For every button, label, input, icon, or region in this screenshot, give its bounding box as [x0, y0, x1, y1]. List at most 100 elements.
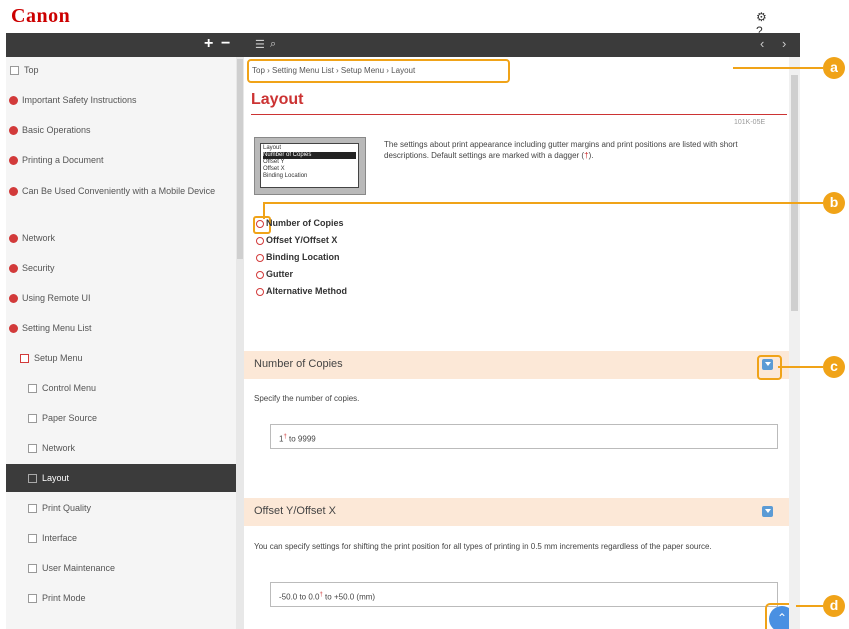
- link-alternative-method[interactable]: Alternative Method: [256, 287, 347, 304]
- collapse-toggle-icon[interactable]: [762, 506, 773, 517]
- sidebar-item-network[interactable]: Network: [9, 233, 241, 244]
- link-bullet-icon: [256, 253, 264, 262]
- section-text: Specify the number of copies.: [254, 394, 360, 403]
- top-bar: Canon ⚙ ?: [0, 0, 800, 38]
- callout-line: [263, 202, 265, 219]
- page-icon: [28, 594, 37, 604]
- sidebar-item-label: Basic Operations: [22, 125, 91, 135]
- page-icon: [28, 414, 37, 424]
- sidebar-item-label: Top: [24, 65, 39, 75]
- sidebar-item-control-menu[interactable]: Control Menu: [28, 383, 244, 394]
- sidebar-item-paper-source[interactable]: Paper Source: [28, 413, 244, 424]
- title-divider: [251, 114, 787, 115]
- lcd-line: Offset Y: [263, 159, 285, 165]
- arrow-up-icon[interactable]: ⌃: [769, 606, 789, 629]
- sidebar-item-label: Network: [42, 443, 76, 453]
- sidebar-item-user-maintenance[interactable]: User Maintenance: [28, 563, 244, 574]
- lcd-line-selected: Number of Copies: [263, 152, 356, 159]
- chapter-icon: [9, 264, 18, 274]
- sidebar-item-label: Control Menu: [42, 383, 97, 393]
- breadcrumb[interactable]: Top › Setting Menu List › Setup Menu › L…: [252, 66, 415, 75]
- link-bullet-icon: [256, 236, 264, 245]
- section-icon: [20, 354, 29, 364]
- sidebar-item-label: Can Be Used Conveniently with a Mobile D…: [22, 186, 216, 196]
- scrollbar-thumb[interactable]: [791, 75, 798, 311]
- lcd-line: Offset X: [263, 166, 285, 172]
- callout-a: a: [823, 57, 845, 79]
- sidebar-item-label: Important Safety Instructions: [22, 95, 137, 105]
- setting-value-box: 1† to 9999: [270, 424, 778, 449]
- page-icon: [28, 564, 37, 574]
- document-id: 101K-05E: [734, 119, 766, 126]
- panel-screenshot: Layout Number of Copies Offset Y Offset …: [254, 137, 366, 195]
- callout-d: d: [823, 595, 845, 617]
- lcd-line: Layout: [263, 145, 282, 151]
- callout-line: [796, 605, 823, 607]
- sidebar-item-interface[interactable]: Interface: [28, 533, 244, 544]
- sidebar-item-safety[interactable]: Important Safety Instructions: [9, 95, 241, 106]
- sidebar-header: + −: [6, 33, 244, 57]
- page-icon: [28, 474, 37, 484]
- link-number-of-copies[interactable]: Number of Copies: [256, 219, 347, 236]
- sidebar-item-label: Setup Menu: [34, 353, 83, 363]
- chapter-icon: [9, 156, 18, 166]
- page-icon: [28, 534, 37, 544]
- callout-line: [263, 202, 823, 204]
- content-toolbar: ☰ ⌕ ‹ ›: [244, 33, 800, 57]
- sidebar-item-setting-menu-list[interactable]: Setting Menu List: [9, 323, 241, 334]
- callout-b: b: [823, 192, 845, 214]
- sidebar-item-label: User Maintenance: [42, 563, 116, 573]
- section-text: You can specify settings for shifting th…: [254, 542, 712, 551]
- sidebar-item-label: Using Remote UI: [22, 293, 91, 303]
- page-icon: [28, 444, 37, 454]
- chapter-icon: [9, 234, 18, 244]
- link-binding-location[interactable]: Binding Location: [256, 253, 347, 270]
- search-icon[interactable]: ⌕: [270, 38, 276, 51]
- section-header-offset: Offset Y/Offset X: [244, 498, 789, 526]
- setting-value-box: -50.0 to 0.0† to +50.0 (mm): [270, 582, 778, 607]
- sidebar-item-printing[interactable]: Printing a Document: [9, 155, 241, 166]
- page-icon: [10, 66, 19, 76]
- collapse-all-button[interactable]: −: [221, 35, 230, 53]
- content-scrollbar[interactable]: [789, 57, 800, 629]
- sidebar-item-basic-operations[interactable]: Basic Operations: [9, 125, 241, 136]
- sidebar-item-label: Layout: [42, 473, 70, 483]
- sidebar-item-setup-menu[interactable]: Setup Menu: [20, 353, 244, 364]
- section-links: Number of Copies Offset Y/Offset X Bindi…: [256, 219, 347, 304]
- expand-all-button[interactable]: +: [204, 35, 213, 53]
- canon-logo[interactable]: Canon: [11, 5, 70, 28]
- sidebar-item-network-sub[interactable]: Network: [28, 443, 244, 454]
- sidebar-item-layout[interactable]: Layout: [6, 464, 238, 492]
- sidebar-item-label: Network: [22, 233, 56, 243]
- sidebar-item-print-quality[interactable]: Print Quality: [28, 503, 244, 514]
- content-area: Top › Setting Menu List › Setup Menu › L…: [244, 57, 789, 629]
- sidebar-item-print-mode[interactable]: Print Mode: [28, 593, 244, 604]
- prev-page-button[interactable]: ‹: [760, 36, 764, 51]
- chapter-icon: [9, 187, 18, 197]
- sidebar: + − Top Important Safety Instructions Ba…: [6, 33, 245, 629]
- scrollbar-thumb[interactable]: [237, 59, 243, 259]
- chapter-icon: [9, 294, 18, 304]
- link-gutter[interactable]: Gutter: [256, 270, 347, 287]
- chapter-icon: [9, 96, 18, 106]
- sidebar-item-label: Print Quality: [42, 503, 92, 513]
- list-icon[interactable]: ☰: [255, 38, 265, 51]
- next-page-button[interactable]: ›: [782, 36, 786, 51]
- section-title: Offset Y/Offset X: [254, 505, 336, 517]
- sidebar-item-remote-ui[interactable]: Using Remote UI: [9, 293, 241, 304]
- page-icon: [28, 384, 37, 394]
- callout-line: [733, 67, 823, 69]
- page-title: Layout: [251, 91, 304, 108]
- sidebar-item-mobile[interactable]: Can Be Used Conveniently with a Mobile D…: [9, 185, 224, 198]
- link-offset[interactable]: Offset Y/Offset X: [256, 236, 347, 253]
- page-description: The settings about print appearance incl…: [384, 140, 738, 160]
- gear-icon[interactable]: ⚙: [756, 10, 767, 24]
- sidebar-item-top[interactable]: Top: [10, 65, 242, 76]
- callout-c: c: [823, 356, 845, 378]
- page-icon: [28, 504, 37, 514]
- sidebar-item-security[interactable]: Security: [9, 263, 241, 274]
- sidebar-item-label: Paper Source: [42, 413, 98, 423]
- sidebar-scrollbar[interactable]: [236, 57, 244, 629]
- sidebar-item-label: Setting Menu List: [22, 323, 92, 333]
- sidebar-item-label: Print Mode: [42, 593, 86, 603]
